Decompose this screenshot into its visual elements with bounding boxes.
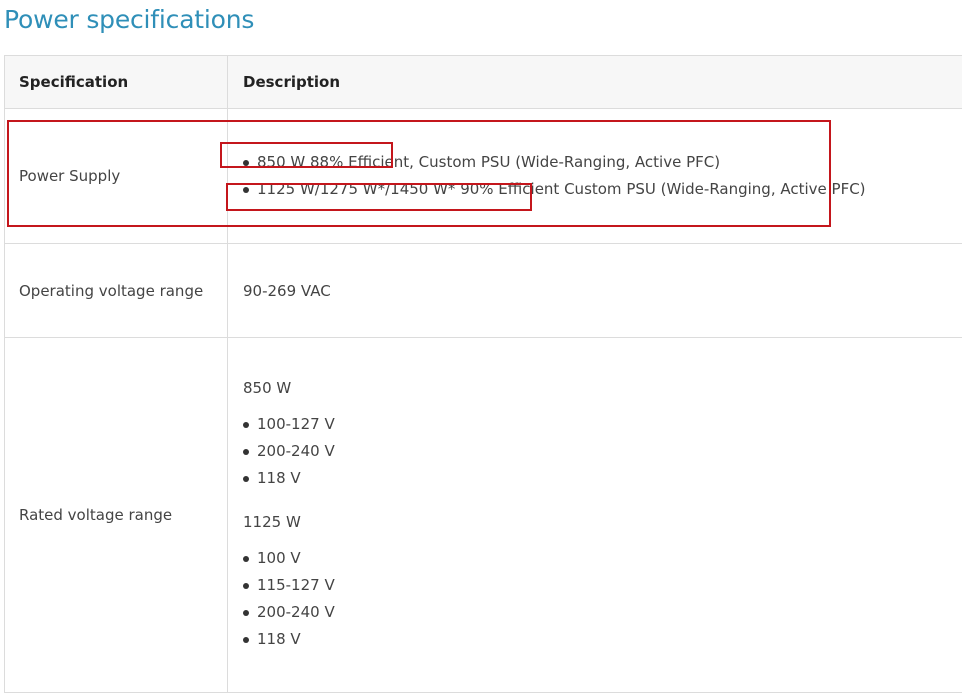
list-item: 115-127 V [243, 572, 962, 599]
operating-voltage-value: 90-269 VAC [243, 281, 331, 300]
operating-voltage-label: Operating voltage range [4, 243, 228, 338]
rated-voltage-block: 850 W 100-127 V 200-240 V 118 V 1125 W 1… [243, 378, 962, 653]
rated-group-heading-850: 850 W [243, 378, 292, 397]
table-row-rated-voltage: Rated voltage range 850 W 100-127 V 200-… [4, 337, 962, 693]
power-spec-table: Specification Description Power Supply 8… [4, 55, 962, 693]
operating-voltage-description: 90-269 VAC [227, 243, 962, 338]
list-item: 118 V [243, 626, 962, 653]
page-title: Power specifications [4, 5, 255, 34]
rated-voltage-label: Rated voltage range [4, 337, 228, 693]
table-row-operating-voltage: Operating voltage range 90-269 VAC [4, 243, 962, 338]
list-item: 200-240 V [243, 599, 962, 626]
rated-group-heading-1125: 1125 W [243, 512, 301, 531]
rated-850-list: 100-127 V 200-240 V 118 V [243, 411, 962, 492]
rated-voltage-description: 850 W 100-127 V 200-240 V 118 V 1125 W 1… [227, 337, 962, 693]
list-item: 118 V [243, 465, 962, 492]
header-specification: Specification [4, 55, 228, 109]
list-item-psu-850: 850 W 88% Efficient, Custom PSU (Wide-Ra… [243, 149, 962, 176]
table-header-row: Specification Description [4, 55, 962, 109]
list-item: 100-127 V [243, 411, 962, 438]
power-supply-description: 850 W 88% Efficient, Custom PSU (Wide-Ra… [227, 108, 962, 244]
table-row-power-supply: Power Supply 850 W 88% Efficient, Custom… [4, 108, 962, 244]
rated-1125-list: 100 V 115-127 V 200-240 V 118 V [243, 545, 962, 653]
list-item-psu-1125: 1125 W/1275 W*/1450 W* 90% Efficient Cus… [243, 176, 962, 203]
list-item: 100 V [243, 545, 962, 572]
header-description: Description [227, 55, 962, 109]
list-item: 200-240 V [243, 438, 962, 465]
power-supply-list: 850 W 88% Efficient, Custom PSU (Wide-Ra… [243, 149, 962, 203]
power-supply-label: Power Supply [4, 108, 228, 244]
